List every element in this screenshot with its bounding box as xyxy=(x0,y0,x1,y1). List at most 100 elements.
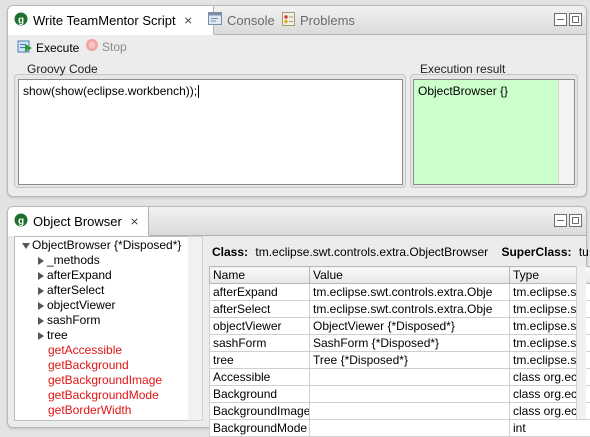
collapsed-arrow-icon[interactable] xyxy=(38,332,44,340)
table-scrollbar[interactable] xyxy=(576,266,586,419)
collapsed-arrow-icon[interactable] xyxy=(38,317,44,325)
tree-item-label: ObjectBrowser {*Disposed*} xyxy=(32,238,181,252)
column-header-value[interactable]: Value xyxy=(310,267,510,284)
cell-name: afterExpand xyxy=(210,284,310,301)
tree-item-methods[interactable]: _methods xyxy=(38,253,100,268)
close-icon[interactable]: ⨯ xyxy=(184,14,193,27)
svg-text:g: g xyxy=(18,15,24,26)
table-row[interactable]: sashFormSashForm {*Disposed*}tm.eclipse.… xyxy=(210,335,590,352)
result-text: ObjectBrowser {} xyxy=(418,84,508,98)
cell-value xyxy=(310,420,510,437)
table-row[interactable]: Accessibleclass org.ecl xyxy=(210,369,590,386)
execute-label: Execute xyxy=(36,41,79,55)
tree-scrollbar[interactable] xyxy=(188,236,203,421)
table-row[interactable]: Backgroundclass org.ecl xyxy=(210,386,590,403)
teammentor-icon: g xyxy=(14,12,28,29)
collapsed-arrow-icon[interactable] xyxy=(38,272,44,280)
tab-object-browser[interactable]: g Object Browser ⨯ xyxy=(8,207,149,236)
superclass-label: SuperClass: xyxy=(501,245,571,259)
cell-name: objectViewer xyxy=(210,318,310,335)
column-header-name[interactable]: Name xyxy=(210,267,310,284)
cell-name: BackgroundMode xyxy=(210,420,310,437)
execution-result-label: Execution result xyxy=(420,62,505,76)
groovy-code-editor[interactable]: show(show(eclipse.workbench)); xyxy=(18,79,403,185)
table-row[interactable]: afterExpandtm.eclipse.swt.controls.extra… xyxy=(210,284,590,301)
execute-icon xyxy=(17,38,33,57)
script-tabbar: g Write TeamMentor Script ⨯ Console Prob… xyxy=(8,6,586,35)
tab-console[interactable]: Console xyxy=(208,6,275,34)
cell-name: tree xyxy=(210,352,310,369)
table-row[interactable]: objectViewerObjectViewer {*Disposed*}tm.… xyxy=(210,318,590,335)
table-header: Name Value Type xyxy=(210,267,590,284)
tree-item-afterexpand[interactable]: afterExpand xyxy=(38,268,112,283)
properties-table[interactable]: Name Value Type afterExpandtm.eclipse.sw… xyxy=(209,266,590,437)
cell-name: Accessible xyxy=(210,369,310,386)
cell-value xyxy=(310,369,510,386)
minimize-button[interactable] xyxy=(554,214,567,227)
tree-item-label: _methods xyxy=(47,253,100,267)
cell-type: int xyxy=(510,420,590,437)
tree-item-sashform[interactable]: sashForm xyxy=(38,313,100,328)
superclass-value: tu xyxy=(579,245,589,259)
tab-label: Console xyxy=(227,13,275,28)
collapsed-arrow-icon[interactable] xyxy=(38,287,44,295)
tree-item-afterselect[interactable]: afterSelect xyxy=(38,283,104,298)
class-value: tm.eclipse.swt.controls.extra.ObjectBrow… xyxy=(255,245,488,259)
maximize-button[interactable] xyxy=(569,13,582,26)
minimize-button[interactable] xyxy=(554,13,567,26)
tree-method-getborderwidth[interactable]: getBorderWidth xyxy=(48,403,131,418)
expanded-arrow-icon[interactable] xyxy=(22,243,30,249)
collapsed-arrow-icon[interactable] xyxy=(38,257,44,265)
cell-value: tm.eclipse.swt.controls.extra.Obje xyxy=(310,284,510,301)
cell-name: BackgroundImage xyxy=(210,403,310,420)
object-browser-tabbar: g Object Browser ⨯ xyxy=(8,207,586,236)
table-row[interactable]: treeTree {*Disposed*}tm.eclipse.sw xyxy=(210,352,590,369)
table-row[interactable]: afterSelecttm.eclipse.swt.controls.extra… xyxy=(210,301,590,318)
tree-item-label: objectViewer xyxy=(47,298,115,312)
cell-value: SashForm {*Disposed*} xyxy=(310,335,510,352)
tree-method-getbackgroundimage[interactable]: getBackgroundImage xyxy=(48,373,162,388)
collapsed-arrow-icon[interactable] xyxy=(38,302,44,310)
cell-value: tm.eclipse.swt.controls.extra.Obje xyxy=(310,301,510,318)
problems-icon xyxy=(282,12,295,29)
text-cursor xyxy=(198,85,199,98)
class-info: Class: tm.eclipse.swt.controls.extra.Obj… xyxy=(212,245,589,259)
tree-item-label: tree xyxy=(47,328,68,342)
svg-text:g: g xyxy=(18,216,24,227)
tree-item-label: afterSelect xyxy=(47,283,104,297)
cell-value xyxy=(310,386,510,403)
table-row[interactable]: BackgroundMode int xyxy=(210,420,590,437)
table-row[interactable]: BackgroundImageclass org.ecl xyxy=(210,403,590,420)
execute-button[interactable]: Execute xyxy=(17,38,79,57)
tab-write-teammentor-script[interactable]: g Write TeamMentor Script ⨯ xyxy=(8,6,214,35)
tree-method-getbackground[interactable]: getBackground xyxy=(48,358,129,373)
tab-problems[interactable]: Problems xyxy=(282,6,355,34)
maximize-button[interactable] xyxy=(569,214,582,227)
close-icon[interactable]: ⨯ xyxy=(130,215,139,228)
class-label: Class: xyxy=(212,245,248,259)
cell-value: ObjectViewer {*Disposed*} xyxy=(310,318,510,335)
tree-method-getaccessible[interactable]: getAccessible xyxy=(48,343,122,358)
stop-button[interactable]: Stop xyxy=(85,38,127,55)
teammentor-icon: g xyxy=(14,213,28,230)
cell-name: afterSelect xyxy=(210,301,310,318)
cell-value xyxy=(310,403,510,420)
tree-item-root[interactable]: ObjectBrowser {*Disposed*} xyxy=(22,238,181,253)
tree-item-label: afterExpand xyxy=(47,268,112,282)
groovy-code-label: Groovy Code xyxy=(27,62,98,76)
tab-label: Object Browser xyxy=(33,214,122,229)
tab-label: Write TeamMentor Script xyxy=(33,13,176,28)
stop-icon xyxy=(85,38,99,55)
tab-label: Problems xyxy=(300,13,355,28)
tree-item-tree[interactable]: tree xyxy=(38,328,68,343)
code-text[interactable]: show(show(eclipse.workbench)); xyxy=(23,84,199,98)
execution-result-output[interactable]: ObjectBrowser {} xyxy=(413,79,575,185)
tree-method-getbackgroundmode[interactable]: getBackgroundMode xyxy=(48,388,159,403)
result-scrollbar[interactable] xyxy=(558,80,574,184)
cell-name: sashForm xyxy=(210,335,310,352)
tree-item-objectviewer[interactable]: objectViewer xyxy=(38,298,115,313)
console-icon xyxy=(208,12,222,28)
code-line: show(show(eclipse.workbench)); xyxy=(23,84,197,98)
cell-name: Background xyxy=(210,386,310,403)
cell-value: Tree {*Disposed*} xyxy=(310,352,510,369)
